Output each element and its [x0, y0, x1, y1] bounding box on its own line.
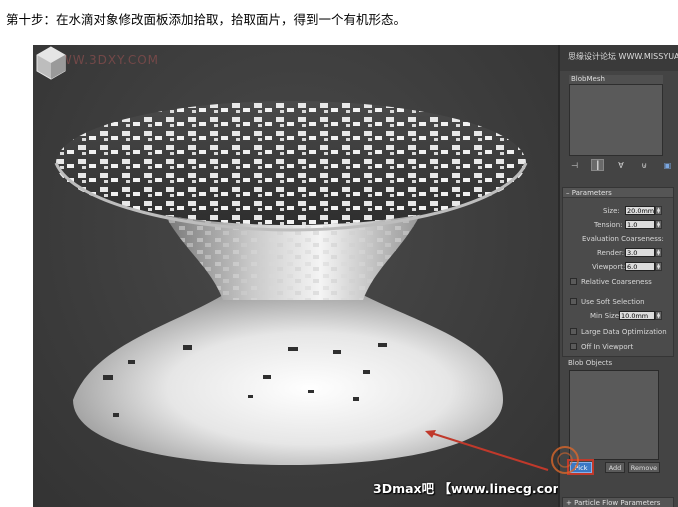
modifier-stack-item[interactable]: BlobMesh: [569, 75, 663, 84]
vase-base: [73, 295, 503, 465]
add-button[interactable]: Add: [605, 462, 625, 473]
particle-flow-title-text: Particle Flow Parameters: [574, 499, 661, 507]
relative-coarseness-checkbox[interactable]: [570, 278, 577, 285]
size-spinner[interactable]: 20.0mm ▲ ▼: [625, 206, 663, 215]
modifier-stack-list[interactable]: [569, 84, 663, 156]
use-soft-selection-checkbox[interactable]: [570, 298, 577, 305]
viewport-value[interactable]: 6.0: [625, 262, 655, 271]
large-data-optimization-checkbox[interactable]: [570, 328, 577, 335]
modify-command-panel: 思缘设计论坛 WWW.MISSYUAN.COM BlobMesh ⊣ ┃ ∀ ⊍…: [551, 45, 678, 507]
size-value[interactable]: 20.0mm: [625, 206, 655, 215]
particle-flow-title[interactable]: + Particle Flow Parameters: [563, 498, 673, 507]
remove-modifier-icon[interactable]: ⊍: [638, 159, 651, 171]
size-label: Size:: [603, 207, 620, 215]
spinner-arrows-icon[interactable]: ▲ ▼: [655, 248, 662, 257]
off-in-viewport-checkbox[interactable]: [570, 343, 577, 350]
relative-coarseness-label: Relative Coarseness: [581, 278, 652, 286]
min-size-label: Min Size:: [590, 312, 622, 320]
off-in-viewport-label: Off In Viewport: [581, 343, 634, 351]
step-caption: 第十步：在水滴对象修改面板添加拾取，拾取面片，得到一个有机形态。: [6, 12, 407, 27]
viewport-spinner[interactable]: 6.0 ▲ ▼: [625, 262, 663, 271]
blob-objects-list[interactable]: [569, 370, 659, 460]
make-unique-icon[interactable]: ∀: [615, 159, 628, 171]
render-label: Render:: [597, 249, 625, 257]
render-value[interactable]: 3.0: [625, 248, 655, 257]
parameters-rollout-title[interactable]: – Parameters: [563, 188, 673, 198]
viewcube-icon[interactable]: [33, 45, 69, 81]
parameters-rollout: – Parameters Size: 20.0mm ▲ ▼ Tension: 1.…: [562, 187, 674, 357]
annotation-ring-icon: [551, 446, 579, 474]
viewport-label: Viewport:: [592, 263, 626, 271]
render-spinner[interactable]: 3.0 ▲ ▼: [625, 248, 663, 257]
3dsmax-screenshot: WWW.3DXY.COM 3Dmax吧 【www.linecg.com/tieb…: [33, 45, 678, 507]
watermark-bottom: 3Dmax吧 【www.linecg.com/tieba/1771】: [373, 481, 558, 496]
configure-sets-icon[interactable]: ▣: [661, 159, 674, 171]
blob-objects-title: Blob Objects: [568, 359, 613, 367]
spinner-arrows-icon[interactable]: ▲ ▼: [655, 206, 662, 215]
watermark-panel: 思缘设计论坛 WWW.MISSYUAN.COM: [568, 52, 678, 61]
show-end-result-icon[interactable]: ┃: [591, 159, 605, 171]
annotation-arrow: [425, 430, 549, 471]
pin-icon[interactable]: ⊣: [568, 159, 581, 171]
particle-flow-rollout: + Particle Flow Parameters: [562, 497, 674, 507]
min-size-value[interactable]: 10.0mm: [619, 311, 655, 320]
remove-button[interactable]: Remove: [628, 462, 660, 473]
spinner-arrows-icon[interactable]: ▲ ▼: [655, 262, 662, 271]
spinner-arrows-icon[interactable]: ▲ ▼: [655, 311, 662, 320]
min-size-spinner[interactable]: 10.0mm ▲ ▼: [619, 311, 663, 320]
parameters-title-text: Parameters: [571, 189, 612, 197]
tension-value[interactable]: 1.0: [625, 220, 655, 229]
stack-toolbar: ⊣ ┃ ∀ ⊍ ▣: [568, 158, 674, 172]
tension-spinner[interactable]: 1.0 ▲ ▼: [625, 220, 663, 229]
use-soft-selection-label: Use Soft Selection: [581, 298, 645, 306]
evaluation-coarseness-label: Evaluation Coarseness:: [582, 235, 664, 243]
large-data-optimization-label: Large Data Optimization: [581, 328, 667, 336]
tension-label: Tension:: [594, 221, 623, 229]
blobmesh-vase-render: [54, 101, 549, 471]
perspective-viewport[interactable]: WWW.3DXY.COM 3Dmax吧 【www.linecg.com/tieb…: [33, 45, 558, 507]
spinner-arrows-icon[interactable]: ▲ ▼: [655, 220, 662, 229]
